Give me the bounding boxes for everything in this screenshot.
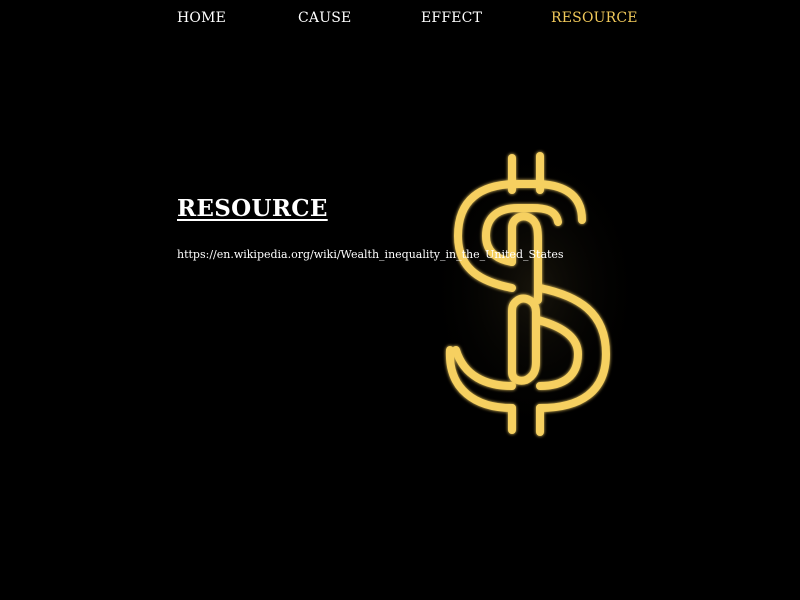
nav-item-cause[interactable]: CAUSE [298, 10, 351, 26]
resource-link[interactable]: https://en.wikipedia.org/wiki/Wealth_ine… [177, 248, 564, 261]
nav-item-home[interactable]: HOME [177, 10, 226, 26]
nav-item-resource[interactable]: RESOURCE [551, 10, 638, 26]
nav-item-effect[interactable]: EFFECT [421, 10, 482, 26]
page-title: RESOURCE [177, 195, 328, 222]
neon-dollar-sign-image [425, 140, 640, 440]
top-nav: HOME CAUSE EFFECT RESOURCE [0, 0, 800, 36]
